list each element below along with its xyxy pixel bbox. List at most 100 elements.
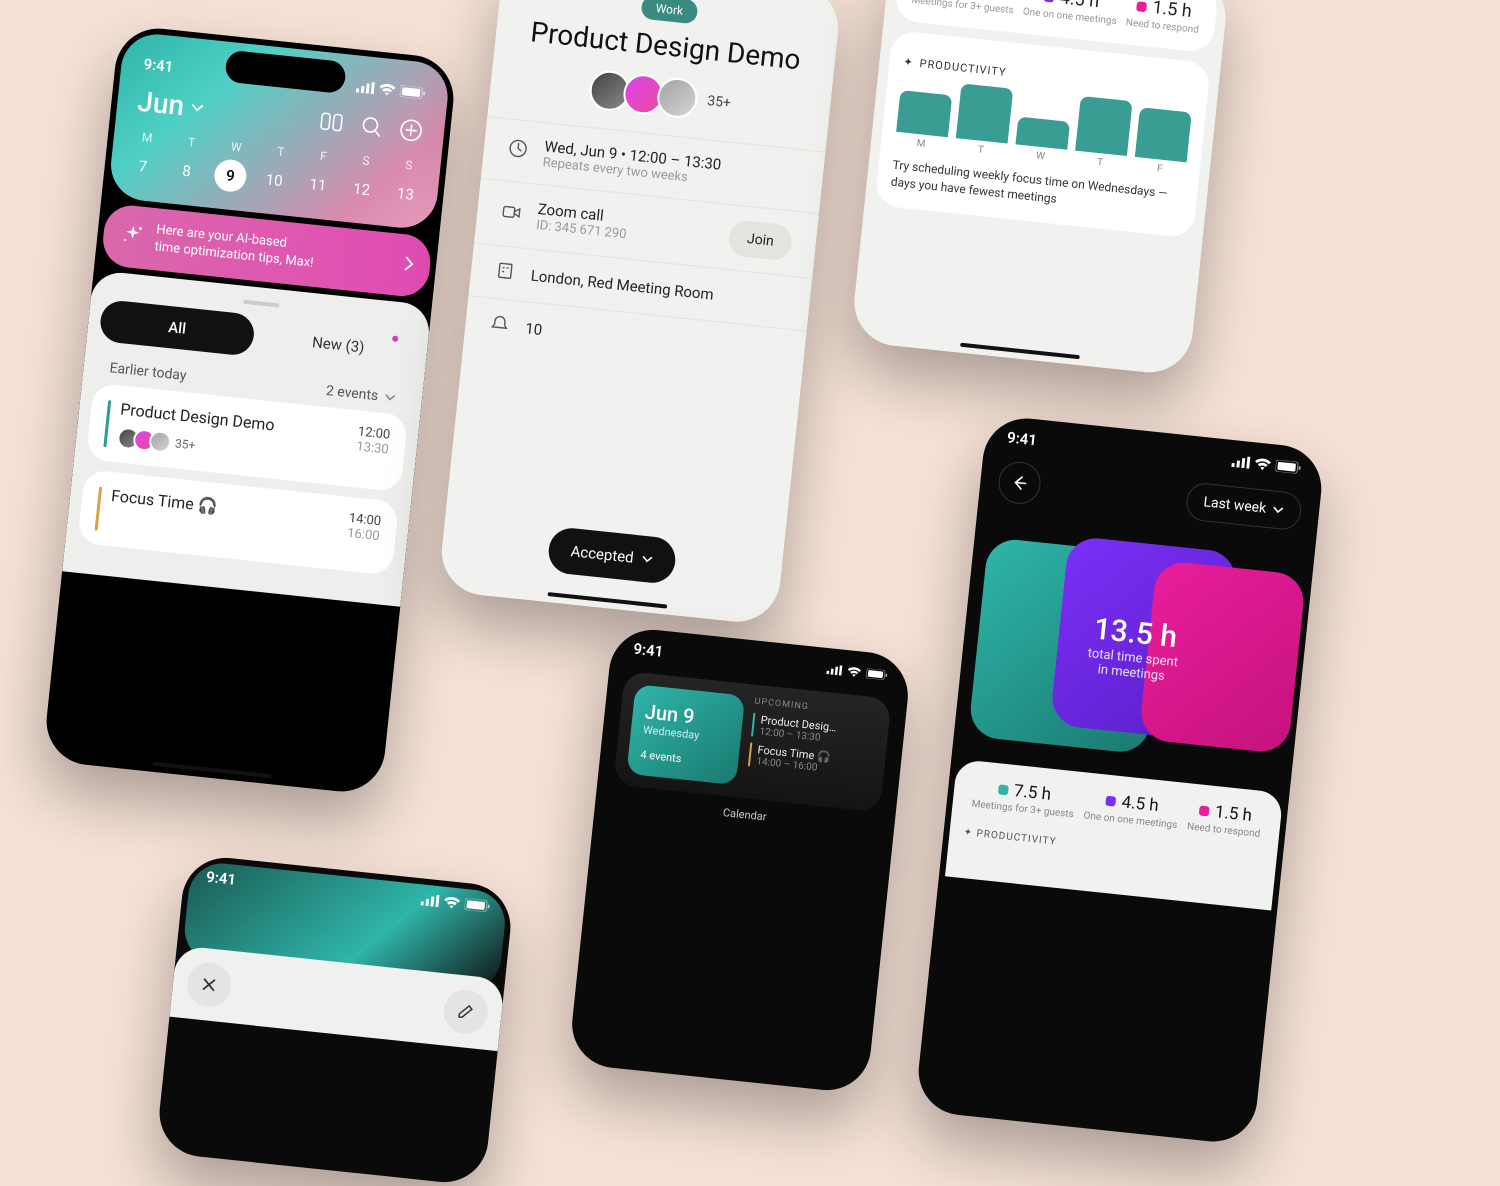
view-toggle-icon[interactable]	[317, 107, 346, 136]
phone-calendar-main: 9:41 Jun M T W T F S S	[42, 24, 457, 795]
close-button[interactable]	[185, 960, 233, 1008]
close-icon	[200, 976, 218, 994]
building-icon	[494, 260, 518, 286]
widget-event-count: 4 events	[640, 748, 727, 770]
stat-meetings-3plus[interactable]: 7.5 h Meetings for 3+ guests	[971, 777, 1077, 821]
wifi-icon	[1254, 457, 1271, 471]
edit-button[interactable]	[441, 987, 489, 1035]
tab-all[interactable]: All	[98, 299, 256, 357]
home-indicator[interactable]	[548, 592, 668, 609]
section-count: 2 events	[325, 383, 397, 406]
bar-fri	[1135, 107, 1192, 162]
tab-new[interactable]: New (3)	[260, 316, 418, 374]
category-tag[interactable]: Work	[641, 0, 699, 24]
stats-summary-card: 7.5 h Meetings for 3+ guests 4.5 h One o…	[945, 759, 1284, 911]
stat-color-dot	[1105, 796, 1116, 807]
status-time: 9:41	[633, 640, 665, 661]
status-indicators	[826, 664, 889, 680]
event-accent	[103, 400, 111, 447]
add-icon[interactable]	[397, 116, 426, 145]
signal-icon	[1231, 455, 1250, 469]
event-times: 14:00 16:00	[345, 511, 382, 560]
phone-widget-dark: 9:41 Jun 9 Wednesday 4 events UPCOMING P…	[568, 626, 912, 1095]
bell-icon	[488, 312, 512, 338]
range-selector[interactable]: Last week	[1185, 482, 1303, 532]
chevron-down-icon	[641, 553, 654, 566]
day-9-selected[interactable]: 9	[213, 158, 248, 193]
status-time: 9:41	[143, 55, 175, 76]
month-label: Jun	[136, 85, 186, 123]
section-label: Earlier today	[109, 360, 187, 384]
chevron-down-icon	[189, 100, 204, 115]
day-12[interactable]: 12	[344, 172, 379, 207]
reminder-count: 10	[524, 319, 543, 339]
hero-graphic: 13.5 h total time spentin meetings	[967, 517, 1301, 778]
wifi-icon	[847, 666, 862, 677]
battery-icon	[464, 898, 491, 913]
bar-wed	[1016, 117, 1071, 150]
location-text: London, Red Meeting Room	[530, 266, 786, 311]
day-10[interactable]: 10	[257, 163, 292, 198]
battery-icon	[866, 668, 889, 680]
battery-icon	[1275, 460, 1302, 475]
status-indicators	[1231, 455, 1302, 474]
phone-event-detail: Work Product Design Demo 35+ Wed, Jun 9 …	[437, 0, 842, 626]
stat-need-respond[interactable]: 1.5 h Need to respond	[1186, 799, 1263, 839]
stat-color-dot	[998, 784, 1009, 795]
attendee-overflow: 35+	[706, 93, 731, 111]
wifi-icon	[443, 896, 460, 910]
search-icon[interactable]	[357, 111, 386, 140]
bar-tue	[956, 83, 1013, 143]
events-sheet: All New (3) Earlier today 2 events Produ…	[62, 270, 432, 607]
event-accent	[751, 713, 755, 737]
attendee-overflow: 35+	[174, 436, 196, 452]
stat-color-dot	[1198, 805, 1209, 816]
clock-icon	[507, 138, 531, 164]
home-indicator[interactable]	[960, 343, 1080, 360]
day-7[interactable]: 7	[125, 149, 160, 184]
stat-need-respond[interactable]: 1.5 h Need to respond	[1125, 0, 1202, 36]
event-title: Focus Time 🎧	[110, 486, 340, 531]
stat-one-on-one[interactable]: 4.5 h One on one meetings	[1083, 789, 1180, 832]
pencil-icon	[457, 1003, 475, 1021]
event-times: 12:00 13:30	[354, 424, 391, 476]
home-indicator[interactable]	[152, 762, 272, 779]
video-icon	[500, 201, 524, 227]
avatar	[148, 429, 172, 453]
signal-icon	[356, 80, 375, 94]
chevron-down-icon	[383, 391, 396, 404]
status-time: 9:41	[205, 868, 237, 889]
event-accent	[95, 486, 103, 530]
bar-mon	[896, 90, 952, 137]
phone-stats-light: 7.5 h Meetings for 3+ guests 4.5 h One o…	[850, 0, 1230, 377]
back-button[interactable]	[996, 460, 1042, 506]
day-8[interactable]: 8	[169, 153, 204, 188]
phone-stats-dark: 9:41 Last week 13.5 h total time spentin…	[914, 414, 1325, 1146]
drag-handle[interactable]	[243, 299, 279, 307]
join-button[interactable]: Join	[727, 219, 793, 261]
avatar	[655, 76, 699, 120]
productivity-card: ✦ PRODUCTIVITY M T W T F Try scheduling …	[874, 30, 1211, 238]
notification-dot	[392, 335, 399, 342]
status-time: 9:41	[1006, 428, 1038, 449]
sparkle-icon	[120, 223, 145, 251]
battery-icon	[400, 85, 427, 100]
date-tile: Jun 9 Wednesday 4 events	[626, 684, 745, 785]
day-13[interactable]: 13	[388, 176, 423, 211]
wifi-icon	[379, 83, 396, 97]
chevron-right-icon	[403, 255, 415, 276]
stat-color-dot	[1044, 0, 1055, 2]
calendar-widget[interactable]: Jun 9 Wednesday 4 events UPCOMING Produc…	[613, 671, 891, 812]
stat-meetings-3plus[interactable]: 7.5 h Meetings for 3+ guests	[911, 0, 1017, 16]
signal-icon	[420, 893, 439, 907]
phone-edit-partial: 9:41	[155, 854, 515, 1186]
month-selector[interactable]: Jun	[136, 85, 206, 125]
status-indicators	[420, 893, 491, 912]
stat-color-dot	[1136, 1, 1147, 12]
arrow-left-icon	[1011, 474, 1029, 492]
signal-icon	[826, 664, 843, 676]
upcoming-column: UPCOMING Product Desig… 12:00 – 13:30 Fo…	[746, 697, 879, 799]
day-11[interactable]: 11	[300, 167, 335, 202]
stat-one-on-one[interactable]: 4.5 h One on one meetings	[1022, 0, 1119, 27]
rsvp-button[interactable]: Accepted	[546, 526, 677, 585]
